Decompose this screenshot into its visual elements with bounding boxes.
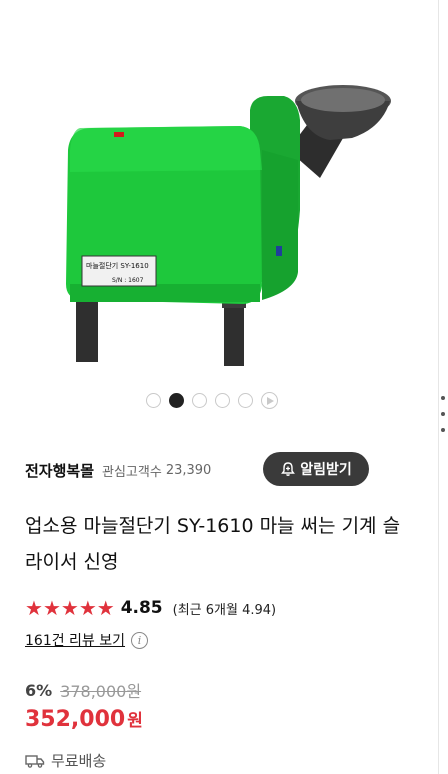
rating-value: 4.85 (120, 598, 163, 618)
star-icon: ★ (60, 596, 79, 620)
machine-leg-left (76, 296, 98, 362)
shipping-label: 무료배송 (51, 752, 107, 770)
review-link[interactable]: 161건 리뷰 보기 (25, 630, 125, 650)
truck-icon (25, 754, 45, 768)
alarm-subscribe-button[interactable]: 알림받기 (263, 452, 369, 486)
svg-text:마늘절단기 SY-1610: 마늘절단기 SY-1610 (86, 261, 149, 270)
star-icon: ★ (96, 596, 115, 620)
currency-unit: 원 (127, 711, 143, 731)
product-title: 업소용 마늘절단기 SY-1610 마늘 써는 기계 슬라이서 신영 (25, 515, 401, 573)
original-price: 378,000원 (60, 682, 142, 701)
review-row: 161건 리뷰 보기 i (25, 630, 149, 650)
sale-price: 352,000 (25, 707, 126, 732)
play-icon[interactable] (261, 392, 278, 409)
gallery-pagination (146, 392, 278, 409)
bell-plus-icon (281, 462, 296, 476)
star-icon: ★ (78, 596, 97, 620)
follower-count: 23,390 (165, 462, 212, 478)
seller-row: 전자행복몰 관심고객수 23,390 알림받기 (25, 452, 370, 486)
alarm-subscribe-label: 알림받기 (300, 461, 352, 477)
gallery-dot[interactable] (238, 393, 253, 408)
star-icon: ★ (25, 596, 43, 620)
product-image[interactable]: 마늘절단기 SY-1610 S/N : 1607 (0, 0, 438, 380)
side-edge-handle[interactable] (438, 0, 448, 774)
rating-row: ★ ★ ★ ★ ★ 4.85 (최근 6개월 4.94) (25, 598, 276, 618)
follower-label: 관심고객수 (102, 464, 162, 480)
machine-leg-right (224, 300, 244, 366)
garlic-slicer-machine-image: 마늘절단기 SY-1610 S/N : 1607 (66, 85, 391, 366)
machine-switch (114, 132, 124, 137)
original-price-row: 6% 378,000원 (25, 678, 141, 702)
discount-rate: 6% (25, 680, 53, 700)
gallery-dot[interactable] (146, 393, 161, 408)
star-rating: ★ ★ ★ ★ ★ (25, 598, 115, 618)
seller-name[interactable]: 전자행복몰 (25, 460, 94, 481)
info-icon[interactable]: i (131, 631, 149, 649)
star-icon: ★ (42, 596, 61, 620)
gallery-dot-active[interactable] (169, 393, 184, 408)
rating-recent: (최근 6개월 4.94) (172, 602, 277, 618)
gallery-dot[interactable] (192, 393, 207, 408)
svg-text:S/N : 1607: S/N : 1607 (112, 277, 144, 284)
gallery-dot[interactable] (215, 393, 230, 408)
sale-price-row: 352,000 원 (25, 706, 143, 732)
shipping-row: 무료배송 (25, 750, 106, 771)
